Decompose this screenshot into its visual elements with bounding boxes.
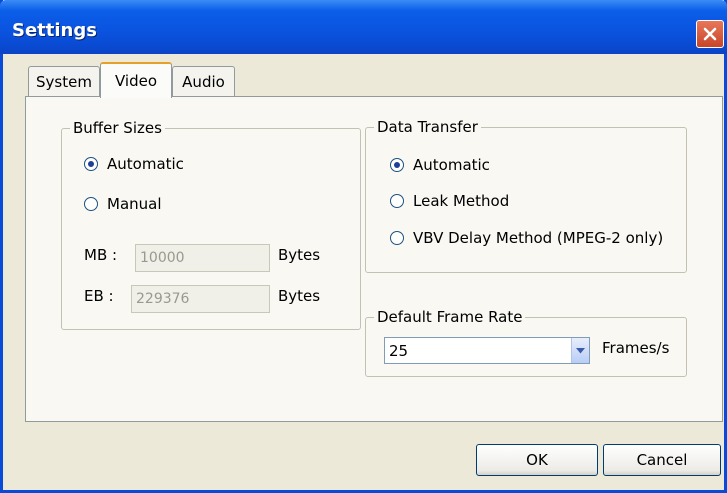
- buffer-sizes-group: Buffer Sizes Automatic Manual MB : 10000…: [61, 119, 361, 330]
- ok-button-label: OK: [526, 451, 548, 469]
- window-title: Settings: [12, 20, 97, 41]
- close-icon: [703, 27, 717, 41]
- data-transfer-label: Data Transfer: [374, 118, 481, 136]
- radio-label: Manual: [107, 195, 162, 213]
- mb-label: MB :: [84, 246, 118, 264]
- radio-button-checked[interactable]: [390, 158, 404, 172]
- chevron-down-icon: [576, 347, 585, 353]
- transfer-leak-radio[interactable]: Leak Method: [390, 192, 509, 210]
- close-button[interactable]: [696, 20, 724, 48]
- eb-label: EB :: [84, 287, 114, 305]
- tab-label: Audio: [182, 72, 225, 91]
- mb-field[interactable]: 10000: [135, 244, 270, 272]
- ok-button[interactable]: OK: [476, 444, 598, 476]
- tab-label: Video: [114, 72, 158, 90]
- buffer-manual-radio[interactable]: Manual: [84, 195, 162, 213]
- mb-unit: Bytes: [278, 246, 321, 264]
- radio-button[interactable]: [390, 194, 404, 208]
- tab-system[interactable]: System: [28, 66, 100, 96]
- frame-rate-select[interactable]: 25: [384, 337, 590, 364]
- frame-rate-value: 25: [389, 341, 409, 360]
- frame-rate-unit: Frames/s: [602, 339, 670, 357]
- radio-button[interactable]: [84, 197, 98, 211]
- radio-label: Automatic: [107, 155, 184, 173]
- radio-label: Leak Method: [413, 192, 510, 210]
- title-bar[interactable]: Settings: [0, 0, 727, 54]
- mb-value: 10000: [140, 250, 185, 266]
- tab-label: System: [36, 72, 92, 91]
- cancel-button-label: Cancel: [636, 451, 688, 469]
- radio-button[interactable]: [390, 231, 404, 245]
- tab-video[interactable]: Video: [100, 62, 172, 98]
- radio-label: Automatic: [413, 156, 490, 174]
- frame-rate-group: Default Frame Rate 25 Frames/s: [365, 308, 687, 377]
- transfer-automatic-radio[interactable]: Automatic: [390, 156, 490, 174]
- data-transfer-group: Data Transfer Automatic Leak Method VBV …: [365, 118, 687, 273]
- tab-audio[interactable]: Audio: [172, 66, 235, 96]
- cancel-button[interactable]: Cancel: [603, 444, 721, 476]
- settings-dialog: Settings System Video Audio Buffer Sizes…: [0, 0, 727, 493]
- video-tab-panel: Buffer Sizes Automatic Manual MB : 10000…: [25, 96, 723, 422]
- frame-rate-label: Default Frame Rate: [374, 308, 526, 326]
- buffer-sizes-label: Buffer Sizes: [70, 119, 165, 137]
- eb-value: 229376: [136, 291, 190, 307]
- eb-unit: Bytes: [278, 287, 321, 305]
- radio-button-checked[interactable]: [84, 157, 98, 171]
- radio-label: VBV Delay Method (MPEG-2 only): [413, 229, 664, 247]
- buffer-automatic-radio[interactable]: Automatic: [84, 155, 184, 173]
- eb-field[interactable]: 229376: [131, 285, 270, 313]
- transfer-vbv-radio[interactable]: VBV Delay Method (MPEG-2 only): [390, 229, 663, 247]
- dropdown-button[interactable]: [571, 338, 589, 363]
